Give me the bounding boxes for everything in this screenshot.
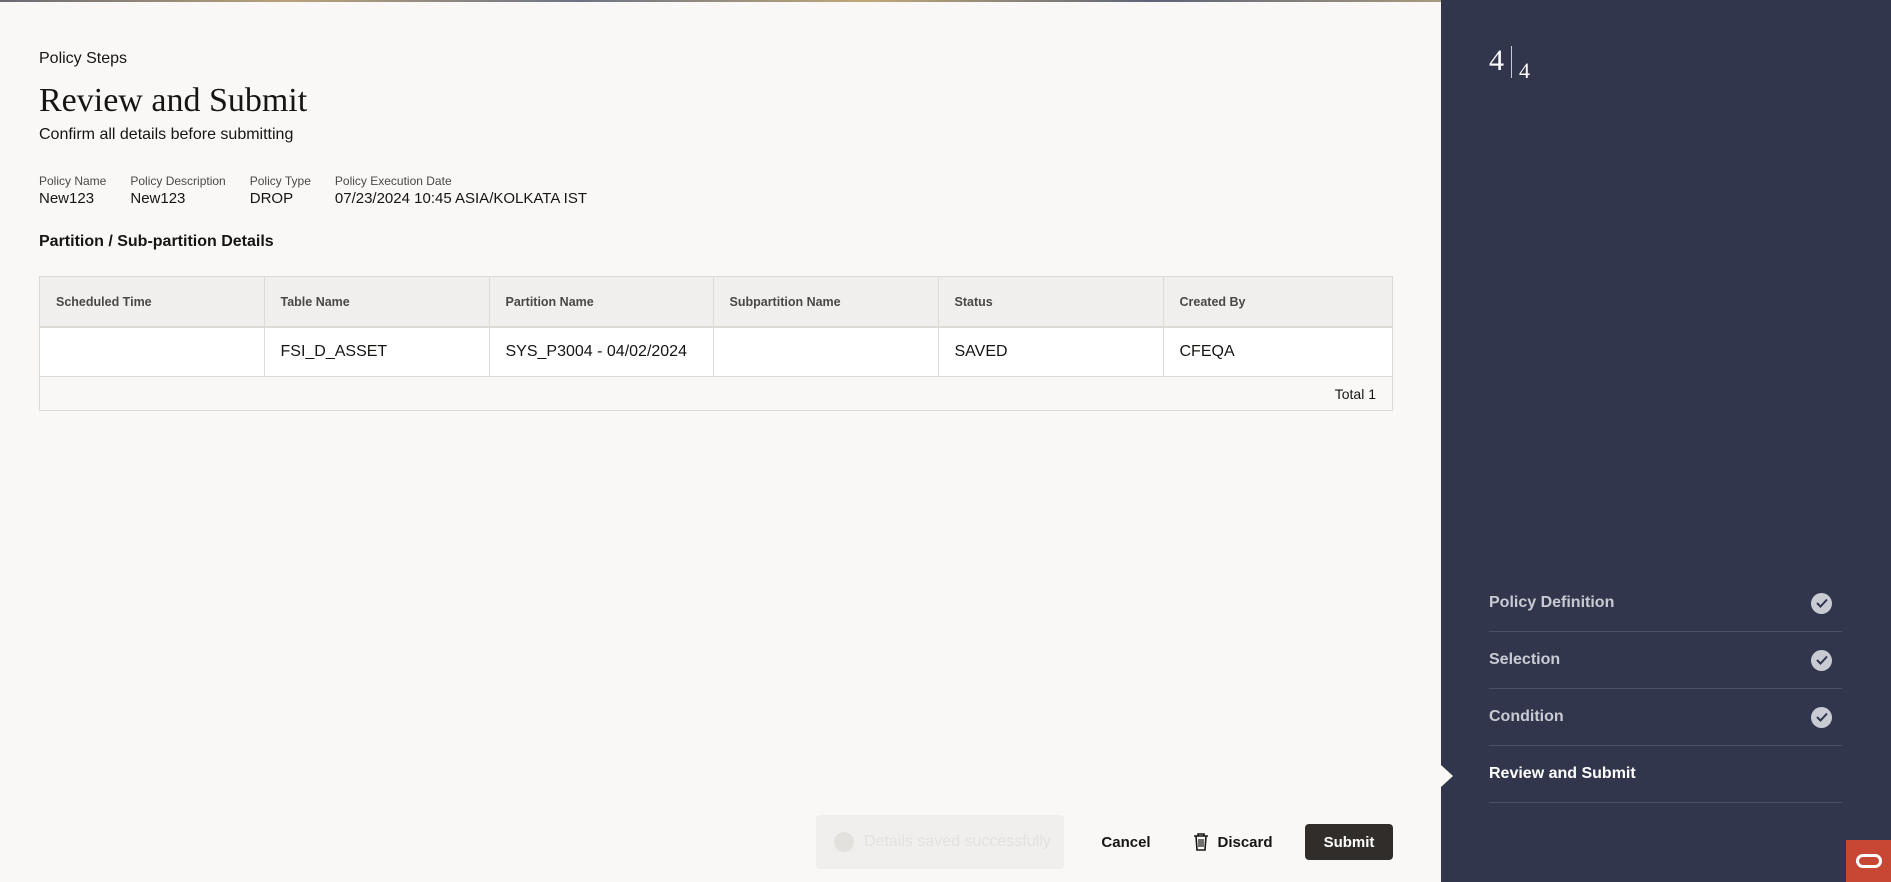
step-label: Condition <box>1489 708 1564 725</box>
partition-table-grid: Scheduled Time Table Name Partition Name… <box>40 277 1393 376</box>
partition-table: Scheduled Time Table Name Partition Name… <box>39 276 1393 411</box>
table-total: Total 1 <box>40 376 1392 410</box>
step-current: 4 <box>1489 44 1504 77</box>
step-selection[interactable]: Selection <box>1489 632 1842 689</box>
check-icon <box>1811 706 1832 728</box>
steps-sidebar: 4 4 Policy Definition Selection Conditio… <box>1441 0 1891 882</box>
table-header-row: Scheduled Time Table Name Partition Name… <box>40 277 1393 328</box>
column-header-table-name[interactable]: Table Name <box>264 277 490 328</box>
cell-table-name: FSI_D_ASSET <box>264 327 490 376</box>
meta-label: Policy Type <box>249 174 311 188</box>
meta-value: New123 <box>130 190 186 207</box>
meta-policy-name: Policy Name New123 <box>39 174 106 209</box>
check-icon <box>1811 592 1832 614</box>
column-header-status[interactable]: Status <box>938 277 1164 328</box>
main-content: Policy Steps Review and Submit Confirm a… <box>0 0 1441 882</box>
column-header-scheduled-time[interactable]: Scheduled Time <box>40 277 265 328</box>
meta-policy-description: Policy Description New123 <box>130 174 225 209</box>
active-step-pointer <box>1441 765 1453 787</box>
submit-button[interactable]: Submit <box>1305 824 1393 860</box>
step-list: Policy Definition Selection Condition Re… <box>1489 575 1842 803</box>
meta-label: Policy Execution Date <box>334 174 452 188</box>
cell-status: SAVED <box>938 327 1164 376</box>
meta-value: New123 <box>39 190 95 207</box>
check-circle-icon <box>834 832 854 852</box>
policy-summary: Policy Name New123 Policy Description Ne… <box>39 174 611 209</box>
column-header-created-by[interactable]: Created By <box>1163 277 1393 328</box>
trash-icon <box>1194 833 1209 851</box>
section-title: Partition / Sub-partition Details <box>39 233 274 250</box>
eyebrow-label: Policy Steps <box>39 50 128 67</box>
step-separator <box>1511 46 1512 78</box>
meta-value: DROP <box>249 190 294 207</box>
step-label: Policy Definition <box>1489 594 1615 611</box>
step-total: 4 <box>1519 58 1530 83</box>
success-toast: Details saved successfully <box>816 815 1064 869</box>
meta-label: Policy Name <box>39 174 107 188</box>
step-counter: 4 4 <box>1489 44 1530 82</box>
cancel-button[interactable]: Cancel <box>1090 824 1162 860</box>
toast-message: Details saved successfully <box>864 833 1051 850</box>
discard-label: Discard <box>1217 833 1273 851</box>
step-policy-definition[interactable]: Policy Definition <box>1489 575 1842 632</box>
meta-value: 07/23/2024 10:45 ASIA/KOLKATA IST <box>334 190 587 207</box>
meta-label: Policy Description <box>130 174 226 188</box>
discard-button[interactable]: Discard <box>1188 824 1278 860</box>
oracle-ring <box>1855 854 1882 868</box>
check-icon <box>1811 649 1832 671</box>
step-label: Review and Submit <box>1489 765 1636 782</box>
meta-policy-type: Policy Type DROP <box>250 174 311 209</box>
cell-created-by: CFEQA <box>1163 327 1393 376</box>
step-review-and-submit[interactable]: Review and Submit <box>1489 746 1842 803</box>
cell-scheduled-time <box>40 327 265 376</box>
page-subtitle: Confirm all details before submitting <box>39 126 294 143</box>
page-title: Review and Submit <box>39 82 308 119</box>
step-label: Selection <box>1489 651 1561 668</box>
oracle-logo-icon[interactable] <box>1846 840 1891 882</box>
column-header-subpartition-name[interactable]: Subpartition Name <box>713 277 939 328</box>
cell-subpartition-name <box>713 327 939 376</box>
meta-policy-execution-date: Policy Execution Date 07/23/2024 10:45 A… <box>335 174 587 209</box>
table-row[interactable]: FSI_D_ASSET SYS_P3004 - 04/02/2024 SAVED… <box>40 327 1393 376</box>
cell-partition-name: SYS_P3004 - 04/02/2024 <box>489 327 714 376</box>
column-header-partition-name[interactable]: Partition Name <box>489 277 714 328</box>
step-condition[interactable]: Condition <box>1489 689 1842 746</box>
